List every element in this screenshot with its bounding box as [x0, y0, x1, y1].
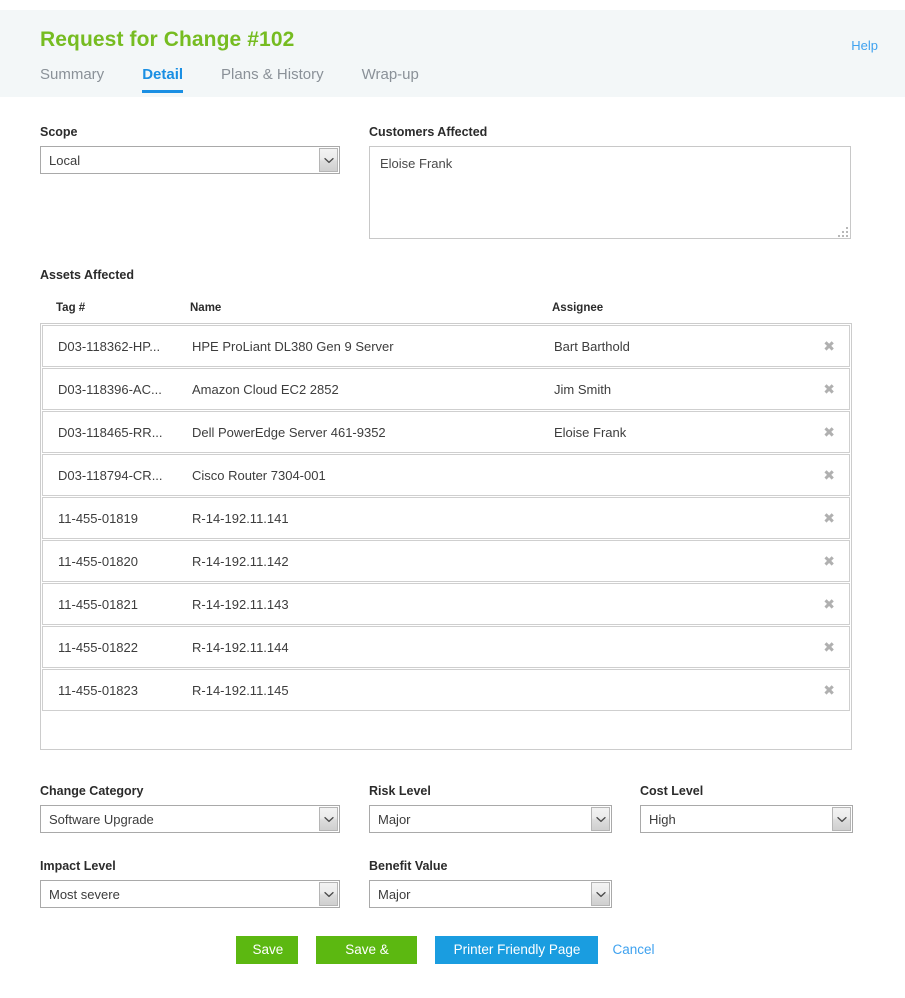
scope-value: Local — [49, 152, 81, 168]
impact-level-field: Impact Level Most severe — [40, 859, 340, 908]
cell-name: R-14-192.11.144 — [192, 639, 289, 655]
cell-tag: 11-455-01822 — [58, 639, 138, 655]
cell-name: Dell PowerEdge Server 461-9352 — [192, 424, 386, 440]
chevron-down-icon — [319, 882, 338, 906]
remove-row-icon[interactable]: ✖ — [823, 468, 835, 482]
cell-tag: 11-455-01823 — [58, 682, 138, 698]
change-category-value: Software Upgrade — [49, 811, 154, 827]
remove-row-icon[interactable]: ✖ — [823, 554, 835, 568]
table-row[interactable]: 11-455-01821 R-14-192.11.143 ✖ — [42, 583, 850, 625]
save-and-exit-button[interactable]: Save & Exit — [316, 936, 418, 985]
table-row[interactable]: 11-455-01819 R-14-192.11.141 ✖ — [42, 497, 850, 539]
table-row[interactable]: D03-118396-AC... Amazon Cloud EC2 2852 Jim… — [42, 368, 850, 410]
remove-row-icon[interactable]: ✖ — [823, 597, 835, 611]
benefit-value-field: Benefit Value Major — [369, 859, 612, 908]
cell-tag: 11-455-01821 — [58, 596, 138, 612]
risk-level-select[interactable]: Major — [369, 805, 612, 833]
chevron-down-icon — [591, 807, 610, 831]
change-category-label: Change Category — [40, 784, 144, 798]
table-row[interactable]: D03-118465-RR... Dell PowerEdge Server 46… — [42, 411, 850, 453]
cell-tag: D03-118465-RR... — [58, 424, 163, 440]
table-row-empty — [42, 712, 850, 748]
cell-tag: 11-455-01819 — [58, 510, 138, 526]
cell-name: Cisco Router 7304-001 — [192, 467, 326, 483]
column-header-tag: Tag # — [56, 302, 86, 314]
chevron-down-icon — [319, 148, 338, 172]
cell-tag: D03-118794-CR... — [58, 467, 163, 483]
cell-name: HPE ProLiant DL380 Gen 9 Server — [192, 338, 394, 354]
table-row[interactable]: 11-455-01820 R-14-192.11.142 ✖ — [42, 540, 850, 582]
table-row[interactable]: 11-455-01823 R-14-192.11.145 ✖ — [42, 669, 850, 711]
table-row[interactable]: D03-118794-CR... Cisco Router 7304-001 ✖ — [42, 454, 850, 496]
cell-assignee: Bart Barthold — [554, 338, 630, 354]
cell-assignee: Eloise Frank — [554, 424, 627, 440]
remove-row-icon[interactable]: ✖ — [823, 640, 835, 654]
cell-tag: 11-455-01820 — [58, 553, 138, 569]
cancel-link[interactable]: Cancel — [598, 936, 668, 964]
assets-table-header: Tag # Name Assignee — [40, 302, 852, 314]
customers-affected-value: Eloise Frank — [380, 156, 453, 171]
tab-detail[interactable]: Detail — [142, 66, 183, 93]
form-actions: Save Save & Exit Printer Friendly Page C… — [0, 936, 905, 985]
cost-level-field: Cost Level High — [640, 784, 853, 833]
table-row[interactable]: 11-455-01822 R-14-192.11.144 ✖ — [42, 626, 850, 668]
printer-friendly-page-button[interactable]: Printer Friendly Page — [435, 936, 599, 964]
tab-plans-history[interactable]: Plans & History — [221, 66, 324, 93]
impact-level-value: Most severe — [49, 886, 120, 902]
cost-level-value: High — [649, 811, 676, 827]
remove-row-icon[interactable]: ✖ — [823, 382, 835, 396]
save-button[interactable]: Save — [236, 936, 299, 964]
column-header-name: Name — [190, 302, 222, 314]
remove-row-icon[interactable]: ✖ — [823, 425, 835, 439]
cell-tag: D03-118362-HP... — [58, 338, 161, 354]
change-category-select[interactable]: Software Upgrade — [40, 805, 340, 833]
risk-level-field: Risk Level Major — [369, 784, 612, 833]
cell-assignee: Jim Smith — [554, 381, 612, 397]
scope-label: Scope — [40, 125, 78, 139]
assets-affected-label: Assets Affected — [40, 268, 135, 282]
assets-table: D03-118362-HP... HPE ProLiant DL380 Gen 9… — [40, 323, 852, 750]
scope-select[interactable]: Local — [40, 146, 340, 174]
cell-tag: D03-118396-AC... — [58, 381, 162, 397]
page-title: Request for Change #102 — [40, 28, 295, 51]
tab-summary[interactable]: Summary — [40, 66, 104, 93]
assets-affected-section: Assets Affected Tag # Name Assignee D03-… — [40, 268, 852, 750]
remove-row-icon[interactable]: ✖ — [823, 511, 835, 525]
benefit-value-value: Major — [378, 886, 411, 902]
impact-level-select[interactable]: Most severe — [40, 880, 340, 908]
tab-bar: Summary Detail Plans & History Wrap-up — [40, 66, 457, 93]
scope-field: Scope Local — [40, 125, 340, 174]
benefit-value-select[interactable]: Major — [369, 880, 612, 908]
customers-affected-textarea[interactable]: Eloise Frank — [369, 146, 851, 239]
cell-name: R-14-192.11.142 — [192, 553, 289, 569]
benefit-value-label: Benefit Value — [369, 859, 448, 873]
cell-name: R-14-192.11.143 — [192, 596, 289, 612]
risk-level-value: Major — [378, 811, 411, 827]
page-header: Request for Change #102 Help Summary Det… — [0, 10, 905, 97]
risk-level-label: Risk Level — [369, 784, 431, 798]
change-category-field: Change Category Software Upgrade — [40, 784, 340, 833]
resize-grip-icon[interactable] — [838, 227, 848, 237]
remove-row-icon[interactable]: ✖ — [823, 339, 835, 353]
help-link[interactable]: Help — [851, 38, 878, 53]
cost-level-select[interactable]: High — [640, 805, 853, 833]
table-row[interactable]: D03-118362-HP... HPE ProLiant DL380 Gen 9… — [42, 325, 850, 367]
cell-name: Amazon Cloud EC2 2852 — [192, 381, 339, 397]
impact-level-label: Impact Level — [40, 859, 116, 873]
cell-name: R-14-192.11.145 — [192, 682, 289, 698]
tab-wrap-up[interactable]: Wrap-up — [362, 66, 419, 93]
cost-level-label: Cost Level — [640, 784, 704, 798]
chevron-down-icon — [591, 882, 610, 906]
remove-row-icon[interactable]: ✖ — [823, 683, 835, 697]
chevron-down-icon — [832, 807, 851, 831]
chevron-down-icon — [319, 807, 338, 831]
cell-name: R-14-192.11.141 — [192, 510, 289, 526]
customers-affected-field: Customers Affected Eloise Frank — [369, 125, 851, 239]
customers-affected-label: Customers Affected — [369, 125, 488, 139]
column-header-assignee: Assignee — [552, 302, 604, 314]
